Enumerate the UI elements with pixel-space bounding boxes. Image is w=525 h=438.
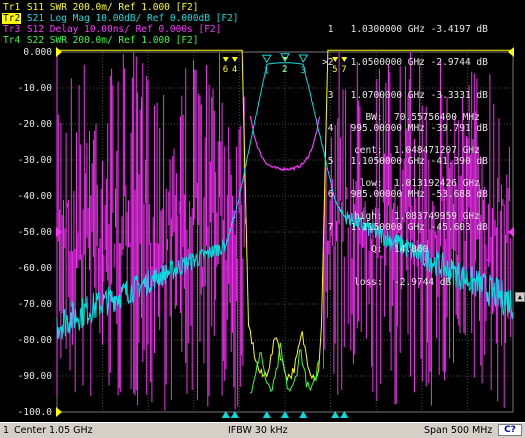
analyzer-screen: Tr1 S11 SWR 200.0m/ Ref 1.000 [F2] Tr2 S… (0, 0, 525, 438)
trace-marker-label: 1 (264, 66, 269, 76)
ref-arrow-left (56, 47, 62, 57)
stat-q: Q: 14.860 (354, 244, 429, 255)
y-axis-label-10: -100.0 (17, 407, 52, 418)
y-axis-label-4: -40.00 (17, 191, 52, 202)
y-axis-label-1: -10.00 (17, 83, 52, 94)
y-axis-label-2: -20.00 (17, 119, 52, 130)
top-marker-label: 6 (223, 65, 228, 75)
span-setting[interactable]: Span 500 MHz (424, 425, 492, 436)
ref-arrow-bottom-left (56, 407, 62, 417)
scroll-up-button[interactable]: ▲ (515, 292, 525, 302)
y-axis-label-8: -80.00 (17, 335, 52, 346)
marker-readout-1[interactable]: 1 1.0300000 GHz -3.4197 dB (322, 24, 488, 35)
calibration-status-button[interactable]: C? (498, 424, 522, 436)
top-marker-label: 4 (232, 65, 237, 75)
y-axis-label-5: -50.00 (17, 227, 52, 238)
ifbw-setting[interactable]: IFBW 30 kHz (228, 425, 288, 436)
status-bar: 1 Center 1.05 GHz IFBW 30 kHz Span 500 M… (0, 422, 525, 438)
right-scroll-column: ▲ (514, 0, 525, 422)
trace-marker-arrow (298, 54, 309, 63)
trace-marker-arrow (261, 54, 272, 64)
y-axis-label-9: -90.00 (17, 371, 52, 382)
stat-loss: loss: -2.9744 dB (354, 277, 452, 288)
stat-bw: BW: 70.55756400 MHz (354, 112, 480, 123)
y-axis-label-3: -30.00 (17, 155, 52, 166)
center-frequency[interactable]: Center 1.05 GHz (14, 425, 93, 436)
trace-marker-label: 2 (282, 65, 287, 75)
stat-center: cent: 1.048471207 GHz (354, 145, 480, 156)
trace-marker-label: 3 (300, 66, 305, 76)
y-axis-label-0: 0.000 (23, 47, 52, 58)
channel-number[interactable]: 1 (3, 425, 9, 436)
y-axis-label-7: -70.00 (17, 299, 52, 310)
stat-low: low: 1.013192426 GHz (354, 178, 480, 189)
marker-readout-2[interactable]: >2 1.0500000 GHz -2.9744 dB (322, 57, 488, 68)
y-axis-label-6: -60.00 (17, 263, 52, 274)
top-marker-arrow (231, 57, 238, 62)
top-marker-arrow (222, 57, 229, 62)
stat-high: high: 1.083749959 GHz (354, 211, 480, 222)
bandwidth-stats: BW: 70.55756400 MHz cent: 1.048471207 GH… (354, 90, 480, 310)
